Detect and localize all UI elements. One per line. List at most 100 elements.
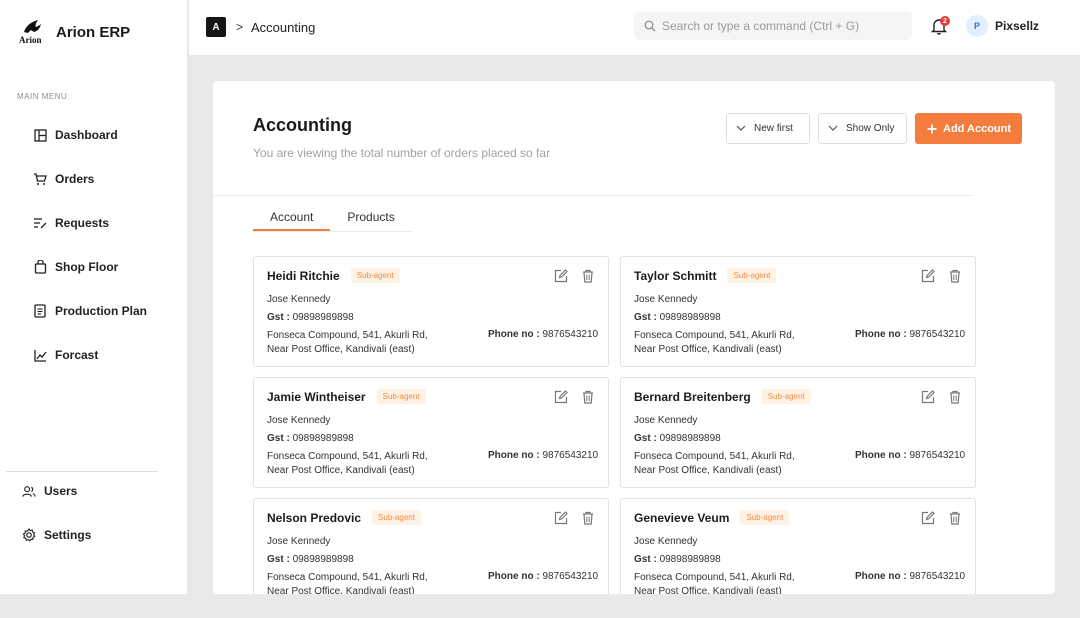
address-line-1: Fonseca Compound, 541, Akurli Rd, xyxy=(267,330,428,341)
user-menu[interactable]: P Pixsellz xyxy=(966,15,1039,37)
sidebar-item-label: Orders xyxy=(55,172,95,186)
production-plan-icon xyxy=(33,304,47,318)
account-card[interactable]: Bernard Breitenberg Sub-agent Jose Kenne… xyxy=(620,377,976,488)
card-header: Jamie Wintheiser Sub-agent xyxy=(267,389,426,404)
card-actions xyxy=(542,510,596,526)
contact-name: Jose Kennedy xyxy=(267,415,331,426)
phone-value: 9876543210 xyxy=(909,450,966,461)
trash-icon[interactable] xyxy=(947,510,963,526)
users-icon xyxy=(22,484,36,498)
sort-dropdown[interactable]: New first xyxy=(726,113,810,144)
tab-bar: Account Products xyxy=(253,204,412,232)
card-header: Nelson Predovic Sub-agent xyxy=(267,510,421,525)
sidebar-item-users[interactable]: Users xyxy=(0,469,188,513)
edit-icon[interactable] xyxy=(553,268,569,284)
requests-icon xyxy=(33,216,47,230)
gst-label: Gst : xyxy=(267,433,290,444)
contact-name: Jose Kennedy xyxy=(267,536,331,547)
gst-line: Gst : 09898989898 xyxy=(267,554,354,565)
sidebar-item-orders[interactable]: Orders xyxy=(0,157,188,201)
brand[interactable]: Arion Arion ERP xyxy=(18,18,130,46)
phone-line: Phone no : 9876543210 xyxy=(855,571,965,582)
sidebar-item-shop-floor[interactable]: Shop Floor xyxy=(0,245,188,289)
card-actions xyxy=(909,268,963,284)
phone-line: Phone no : 9876543210 xyxy=(855,450,965,461)
account-card[interactable]: Genevieve Veum Sub-agent Jose Kennedy Gs… xyxy=(620,498,976,594)
phone-value: 9876543210 xyxy=(542,571,599,582)
gst-value: 09898989898 xyxy=(659,433,721,444)
edit-icon[interactable] xyxy=(920,510,936,526)
sidebar-item-settings[interactable]: Settings xyxy=(0,513,188,557)
role-badge: Sub-agent xyxy=(740,510,790,525)
account-card[interactable]: Jamie Wintheiser Sub-agent Jose Kennedy … xyxy=(253,377,609,488)
account-name: Nelson Predovic xyxy=(267,510,362,525)
breadcrumb-root-badge[interactable]: A xyxy=(206,17,226,37)
trash-icon[interactable] xyxy=(580,389,596,405)
address-line-1: Fonseca Compound, 541, Akurli Rd, xyxy=(634,330,795,341)
role-badge: Sub-agent xyxy=(350,268,400,283)
edit-icon[interactable] xyxy=(920,389,936,405)
sidebar-item-label: Settings xyxy=(44,528,92,542)
sidebar-item-production-plan[interactable]: Production Plan xyxy=(0,289,188,333)
account-name: Heidi Ritchie xyxy=(267,268,340,283)
plus-icon xyxy=(927,121,937,137)
brand-name: Arion ERP xyxy=(56,23,131,41)
phone-label: Phone no : xyxy=(855,571,907,582)
trash-icon[interactable] xyxy=(947,389,963,405)
address-line-2: Near Post Office, Kandivali (east) xyxy=(634,586,782,594)
chevron-down-icon xyxy=(828,123,838,134)
trash-icon[interactable] xyxy=(580,268,596,284)
sidebar-item-label: Requests xyxy=(55,216,110,230)
sidebar-item-forcast[interactable]: Forcast xyxy=(0,333,188,377)
header-divider xyxy=(213,195,973,196)
phone-label: Phone no : xyxy=(855,329,907,340)
tab-products[interactable]: Products xyxy=(330,204,411,231)
top-bar: A > Accounting 2 P Pixsellz xyxy=(189,0,1080,55)
gst-value: 09898989898 xyxy=(292,312,354,323)
card-header: Genevieve Veum Sub-agent xyxy=(634,510,790,525)
tab-account[interactable]: Account xyxy=(253,204,331,231)
card-header: Bernard Breitenberg Sub-agent xyxy=(634,389,811,404)
edit-icon[interactable] xyxy=(553,389,569,405)
gst-label: Gst : xyxy=(267,554,290,565)
phone-label: Phone no : xyxy=(488,450,540,461)
edit-icon[interactable] xyxy=(553,510,569,526)
account-name: Jamie Wintheiser xyxy=(267,389,366,404)
sidebar-item-requests[interactable]: Requests xyxy=(0,201,188,245)
add-account-button[interactable]: Add Account xyxy=(915,113,1022,144)
card-actions xyxy=(542,389,596,405)
breadcrumb: A > Accounting xyxy=(206,17,315,37)
account-card[interactable]: Taylor Schmitt Sub-agent Jose Kennedy Gs… xyxy=(620,256,976,367)
sidebar-item-dashboard[interactable]: Dashboard xyxy=(0,113,188,157)
sidebar: Arion Arion ERP MAIN MENU Dashboard Orde… xyxy=(0,0,188,594)
user-name: Pixsellz xyxy=(995,19,1040,33)
main-nav: Dashboard Orders Requests Shop Floor Pro… xyxy=(0,113,188,377)
sidebar-item-label: Production Plan xyxy=(55,304,148,318)
address-line-2: Near Post Office, Kandivali (east) xyxy=(267,465,415,476)
trash-icon[interactable] xyxy=(947,268,963,284)
phone-value: 9876543210 xyxy=(542,450,599,461)
notification-badge: 2 xyxy=(940,16,950,26)
cart-icon xyxy=(33,172,47,186)
gst-value: 09898989898 xyxy=(292,554,354,565)
sidebar-item-label: Dashboard xyxy=(55,128,118,142)
chevron-right-icon: > xyxy=(236,20,244,34)
card-header: Taylor Schmitt Sub-agent xyxy=(634,268,777,283)
sidebar-item-label: Forcast xyxy=(55,348,99,362)
phone-line: Phone no : 9876543210 xyxy=(855,329,965,340)
edit-icon[interactable] xyxy=(920,268,936,284)
card-actions xyxy=(909,510,963,526)
phone-label: Phone no : xyxy=(488,329,540,340)
role-badge: Sub-agent xyxy=(376,389,426,404)
search-input[interactable] xyxy=(662,19,892,33)
page-title: Accounting xyxy=(253,115,352,135)
filter-dropdown[interactable]: Show Only xyxy=(818,113,907,144)
trash-icon[interactable] xyxy=(580,510,596,526)
account-card[interactable]: Heidi Ritchie Sub-agent Jose Kennedy Gst… xyxy=(253,256,609,367)
sort-dropdown-label: New first xyxy=(754,123,793,134)
address-line-1: Fonseca Compound, 541, Akurli Rd, xyxy=(634,451,795,462)
chevron-down-icon xyxy=(736,123,746,134)
account-card[interactable]: Nelson Predovic Sub-agent Jose Kennedy G… xyxy=(253,498,609,594)
gst-label: Gst : xyxy=(634,554,657,565)
contact-name: Jose Kennedy xyxy=(267,294,331,305)
